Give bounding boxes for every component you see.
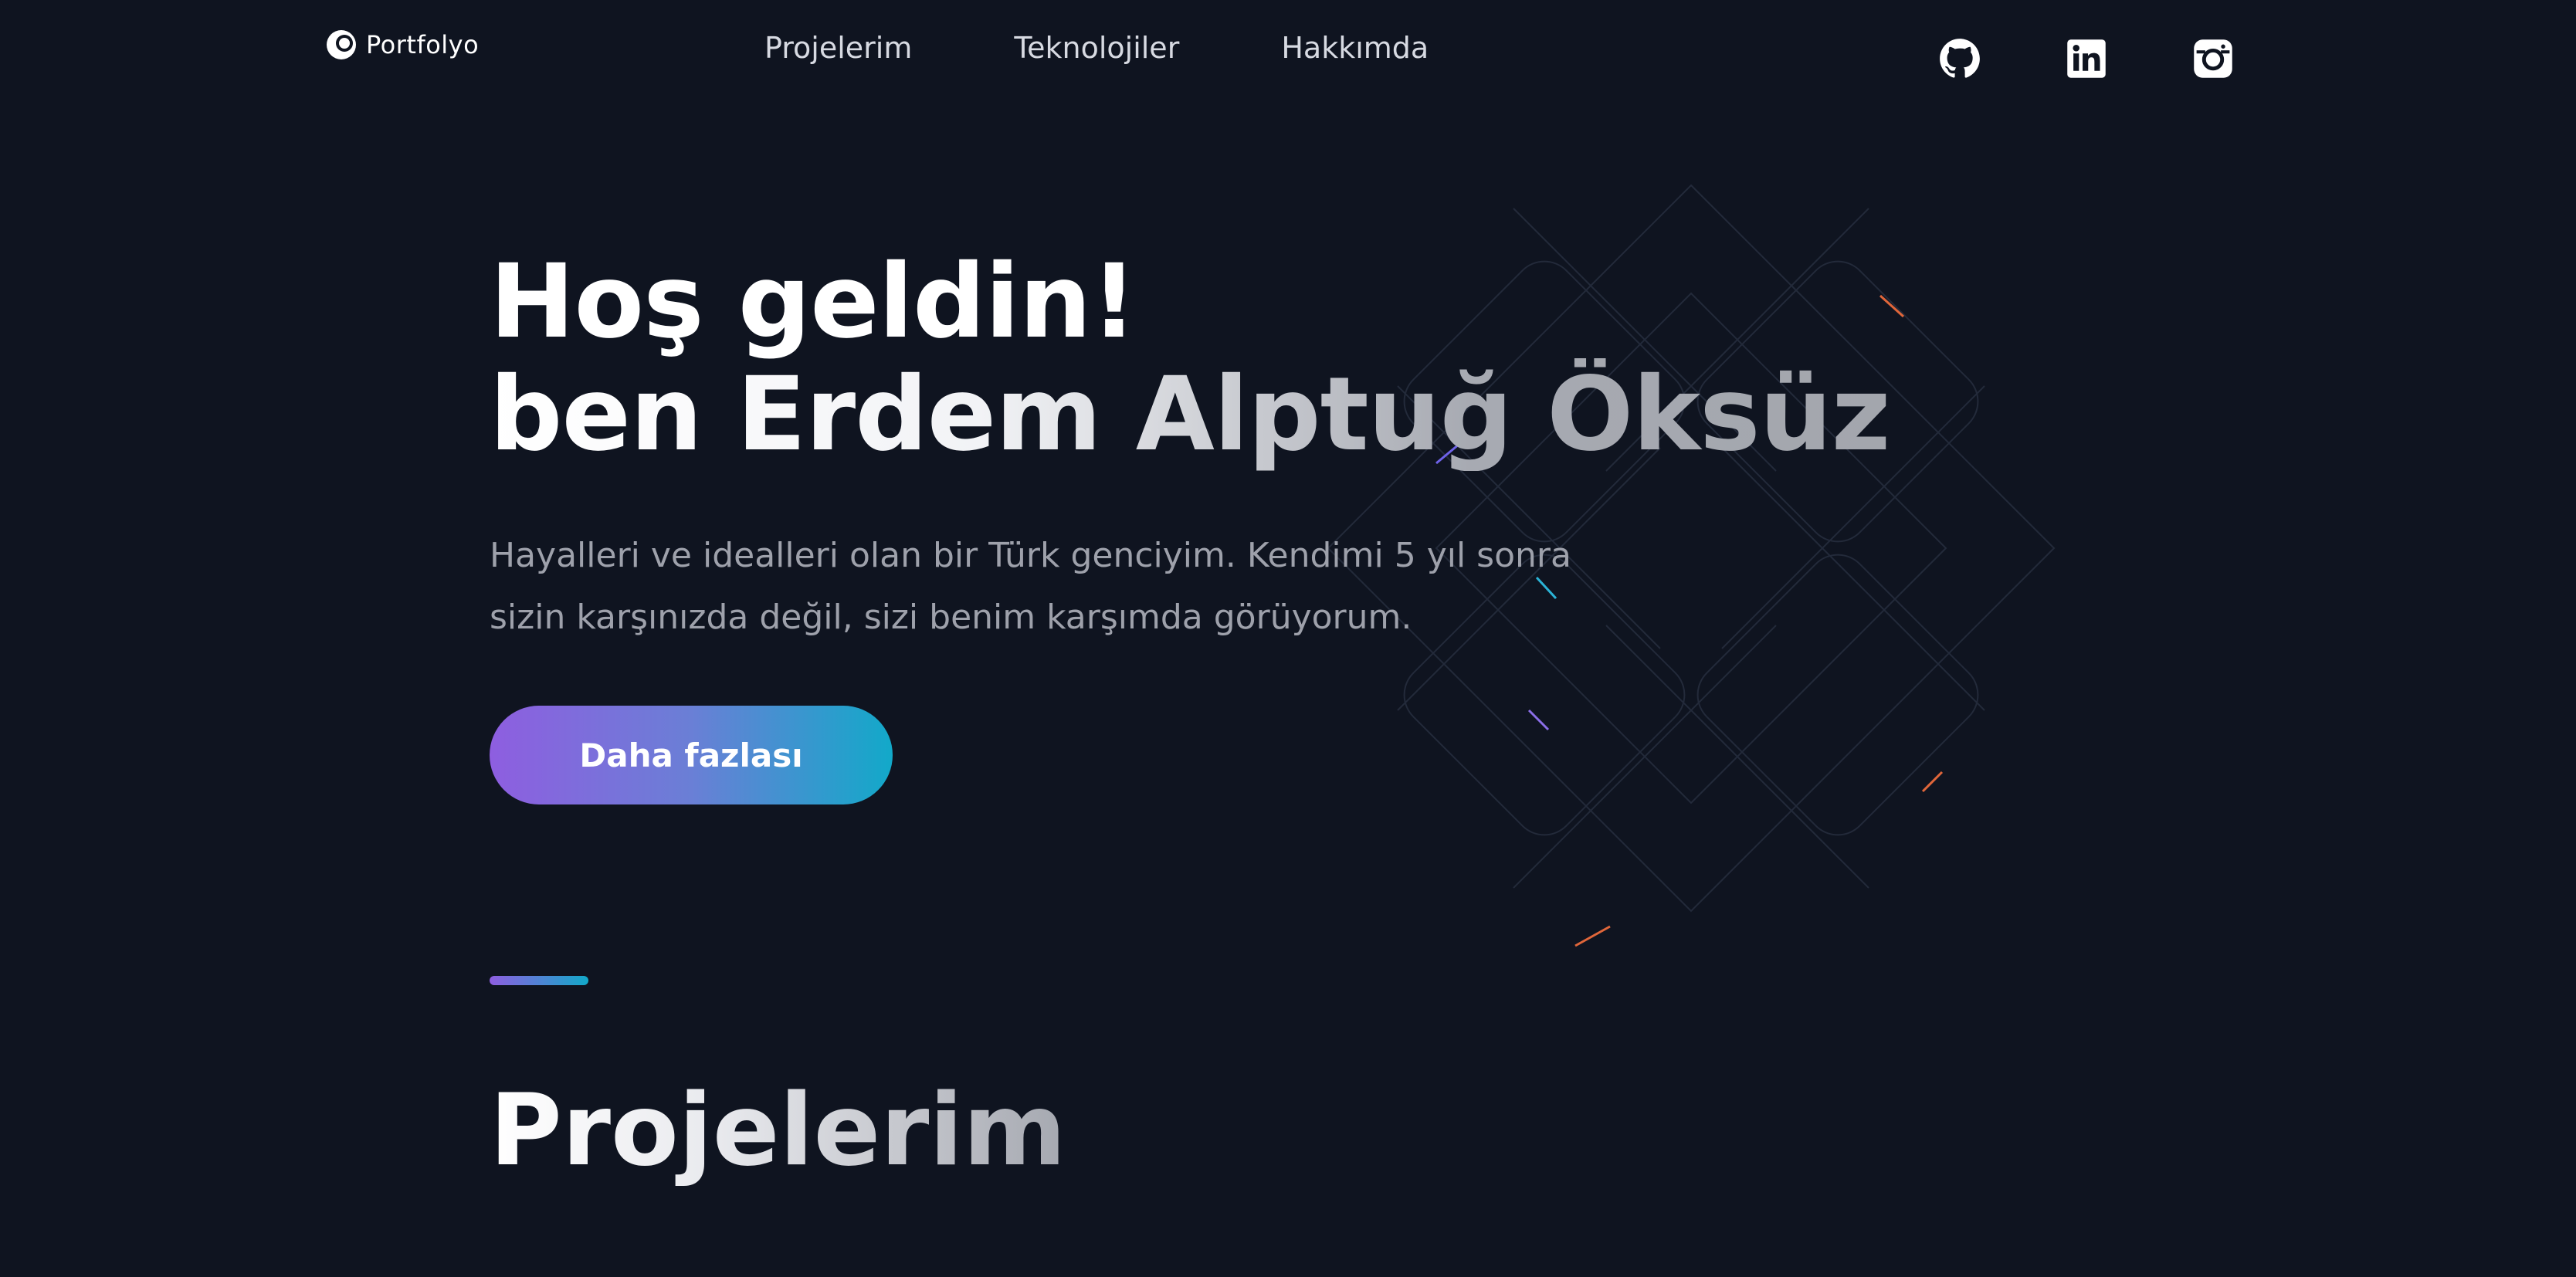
section-divider bbox=[490, 976, 588, 985]
instagram-link[interactable] bbox=[2191, 37, 2235, 80]
hero-description: Hayalleri ve idealleri olan bir Türk gen… bbox=[490, 536, 1571, 637]
brand-name: Portfolyo bbox=[366, 30, 480, 59]
linkedin-link[interactable] bbox=[2065, 37, 2108, 80]
main-nav: Projelerim Teknolojiler Hakkımda bbox=[764, 28, 1429, 68]
portfolyo-logo[interactable]: Portfolyo bbox=[324, 28, 479, 62]
projects-section-title: Projelerim bbox=[490, 1073, 1066, 1189]
portfolyo-logo-icon bbox=[327, 30, 356, 59]
projects-title-text: Projelerim bbox=[490, 1073, 1066, 1188]
social-links bbox=[1938, 37, 2235, 80]
page: Portfolyo Projelerim Teknolojiler Hakkım… bbox=[0, 0, 2576, 1277]
hero-name: ben Erdem Alptuğ Öksüz bbox=[490, 355, 1890, 474]
nav-link-hakkimda[interactable]: Hakkımda bbox=[1281, 28, 1429, 68]
github-link[interactable] bbox=[1938, 37, 1981, 80]
instagram-icon bbox=[2194, 39, 2232, 78]
nav-link-teknolojiler[interactable]: Teknolojiler bbox=[1014, 28, 1179, 68]
hero-heading: Hoş geldin! ben Erdem Alptuğ Öksüz bbox=[490, 246, 1890, 471]
daha-fazlasi-button[interactable]: Daha fazlası bbox=[490, 706, 893, 804]
nav-link-projelerim[interactable]: Projelerim bbox=[764, 28, 912, 68]
hero-greeting: Hoş geldin! bbox=[490, 242, 1137, 361]
github-icon bbox=[1940, 39, 1980, 78]
linkedin-icon bbox=[2067, 39, 2106, 78]
